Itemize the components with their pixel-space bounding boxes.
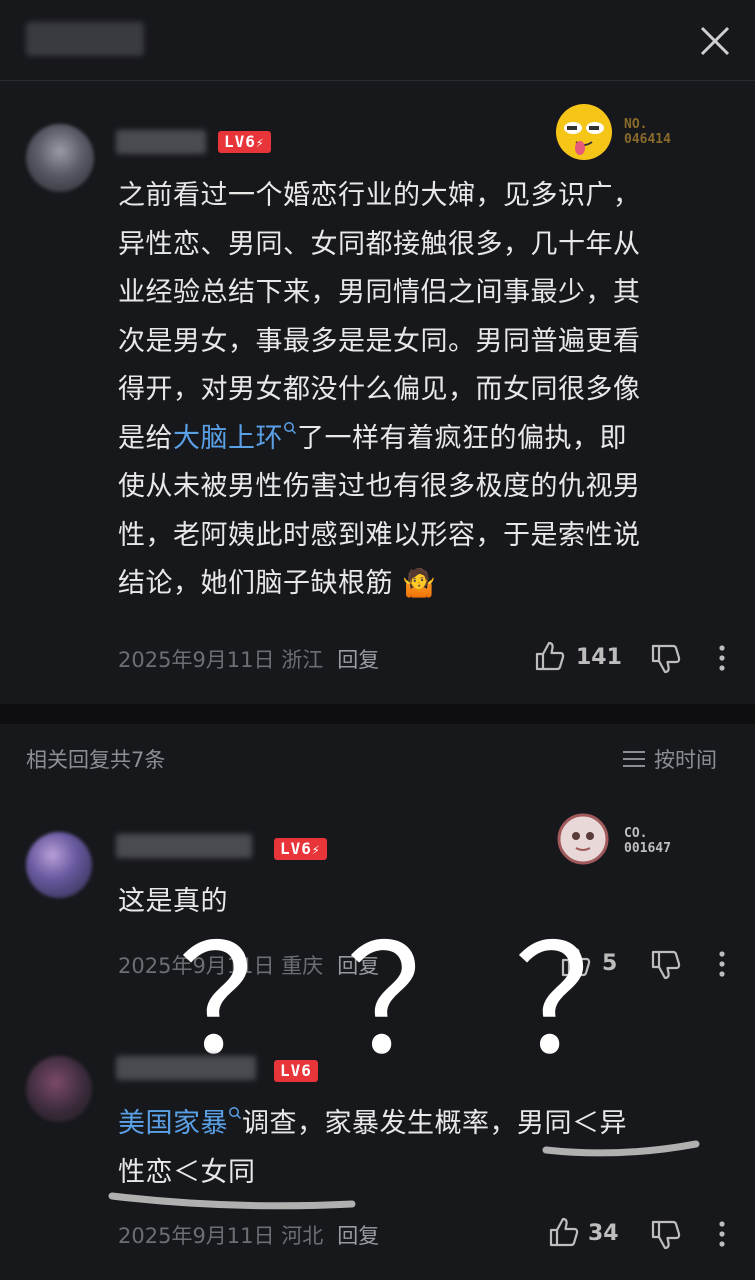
like-button[interactable] xyxy=(548,1216,580,1252)
reply-button[interactable]: 回复 xyxy=(337,1224,379,1248)
reply-meta: 2025年9月11日 河北 回复 xyxy=(118,1224,380,1248)
thumbs-down-icon xyxy=(651,1220,681,1250)
like-count: 34 xyxy=(588,1221,619,1246)
more-vertical-icon xyxy=(719,1221,725,1247)
underline-annotation xyxy=(108,1140,700,1210)
more-button[interactable] xyxy=(716,1220,728,1252)
dislike-button[interactable] xyxy=(650,1219,682,1255)
thumbs-up-icon xyxy=(549,1217,579,1247)
